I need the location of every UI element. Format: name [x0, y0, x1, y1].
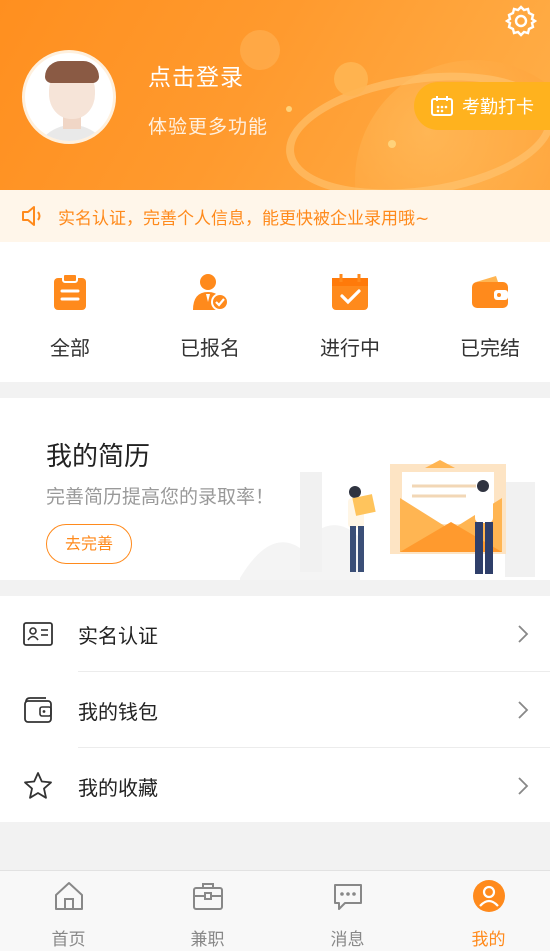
resume-card[interactable]: 我的简历 完善简历提高您的录取率！ 去完善	[0, 398, 550, 580]
status-completed[interactable]: 已完结	[420, 242, 550, 382]
tab-part-time[interactable]: 兼职	[139, 871, 276, 951]
menu-item-wallet[interactable]: 我的钱包	[0, 672, 550, 747]
checkin-button[interactable]: 考勤打卡	[414, 82, 550, 130]
dot-decoration	[286, 106, 292, 112]
id-card-icon	[23, 622, 53, 646]
login-subtitle: 体验更多功能	[148, 116, 269, 138]
speaker-icon	[22, 206, 41, 226]
status-label: 已完结	[460, 336, 520, 360]
briefcase-icon	[193, 883, 223, 910]
profile-icon	[473, 880, 505, 912]
registered-user-icon	[193, 274, 229, 311]
avatar[interactable]	[22, 50, 116, 144]
menu-item-favorites[interactable]: 我的收藏	[0, 748, 550, 823]
resume-title: 我的简历	[46, 442, 151, 472]
notice-bar[interactable]: 实名认证，完善个人信息，能更快被企业录用哦~	[0, 190, 550, 242]
ball-decoration	[240, 30, 280, 70]
login-title[interactable]: 点击登录	[148, 58, 244, 92]
tab-home[interactable]: 首页	[0, 871, 137, 951]
menu-label: 我的收藏	[78, 776, 158, 800]
complete-resume-button[interactable]: 去完善	[46, 524, 132, 564]
bottom-tab-bar: 首页 兼职 消息 我的	[0, 870, 550, 951]
order-status-grid: 全部 已报名 进行中 已完结	[0, 242, 550, 382]
status-label: 全部	[50, 336, 90, 360]
chevron-right-icon	[518, 701, 529, 719]
chevron-right-icon	[518, 625, 529, 643]
ball-decoration	[334, 62, 368, 96]
checkin-label: 考勤打卡	[462, 97, 534, 118]
wallet-icon	[24, 697, 52, 723]
status-in-progress[interactable]: 进行中	[280, 242, 420, 382]
clipboard-icon	[54, 273, 86, 310]
dot-decoration	[388, 140, 396, 148]
menu-label: 实名认证	[78, 624, 158, 648]
tab-label: 消息	[330, 930, 365, 950]
status-registered[interactable]: 已报名	[140, 242, 280, 382]
status-all[interactable]: 全部	[0, 242, 140, 382]
resume-illustration	[240, 460, 535, 580]
wallet-done-icon	[472, 276, 508, 308]
tab-label: 兼职	[190, 930, 225, 950]
status-label: 已报名	[180, 336, 240, 360]
message-icon	[334, 884, 362, 910]
notice-text: 实名认证，完善个人信息，能更快被企业录用哦~	[58, 208, 430, 229]
menu-item-real-name[interactable]: 实名认证	[0, 596, 550, 671]
tab-messages[interactable]: 消息	[279, 871, 416, 951]
chevron-right-icon	[518, 777, 529, 795]
gear-icon[interactable]	[504, 4, 538, 38]
profile-header: 点击登录 体验更多功能 考勤打卡	[0, 0, 550, 190]
tab-label: 首页	[51, 930, 86, 950]
menu-label: 我的钱包	[78, 700, 158, 724]
home-icon	[55, 882, 83, 910]
calendar-icon	[431, 96, 453, 116]
calendar-check-icon	[332, 274, 368, 310]
status-label: 进行中	[320, 336, 380, 360]
menu-list: 实名认证 我的钱包 我的收藏	[0, 596, 550, 822]
tab-mine[interactable]: 我的	[420, 871, 550, 951]
tab-label: 我的	[471, 930, 506, 950]
star-icon	[24, 772, 52, 799]
